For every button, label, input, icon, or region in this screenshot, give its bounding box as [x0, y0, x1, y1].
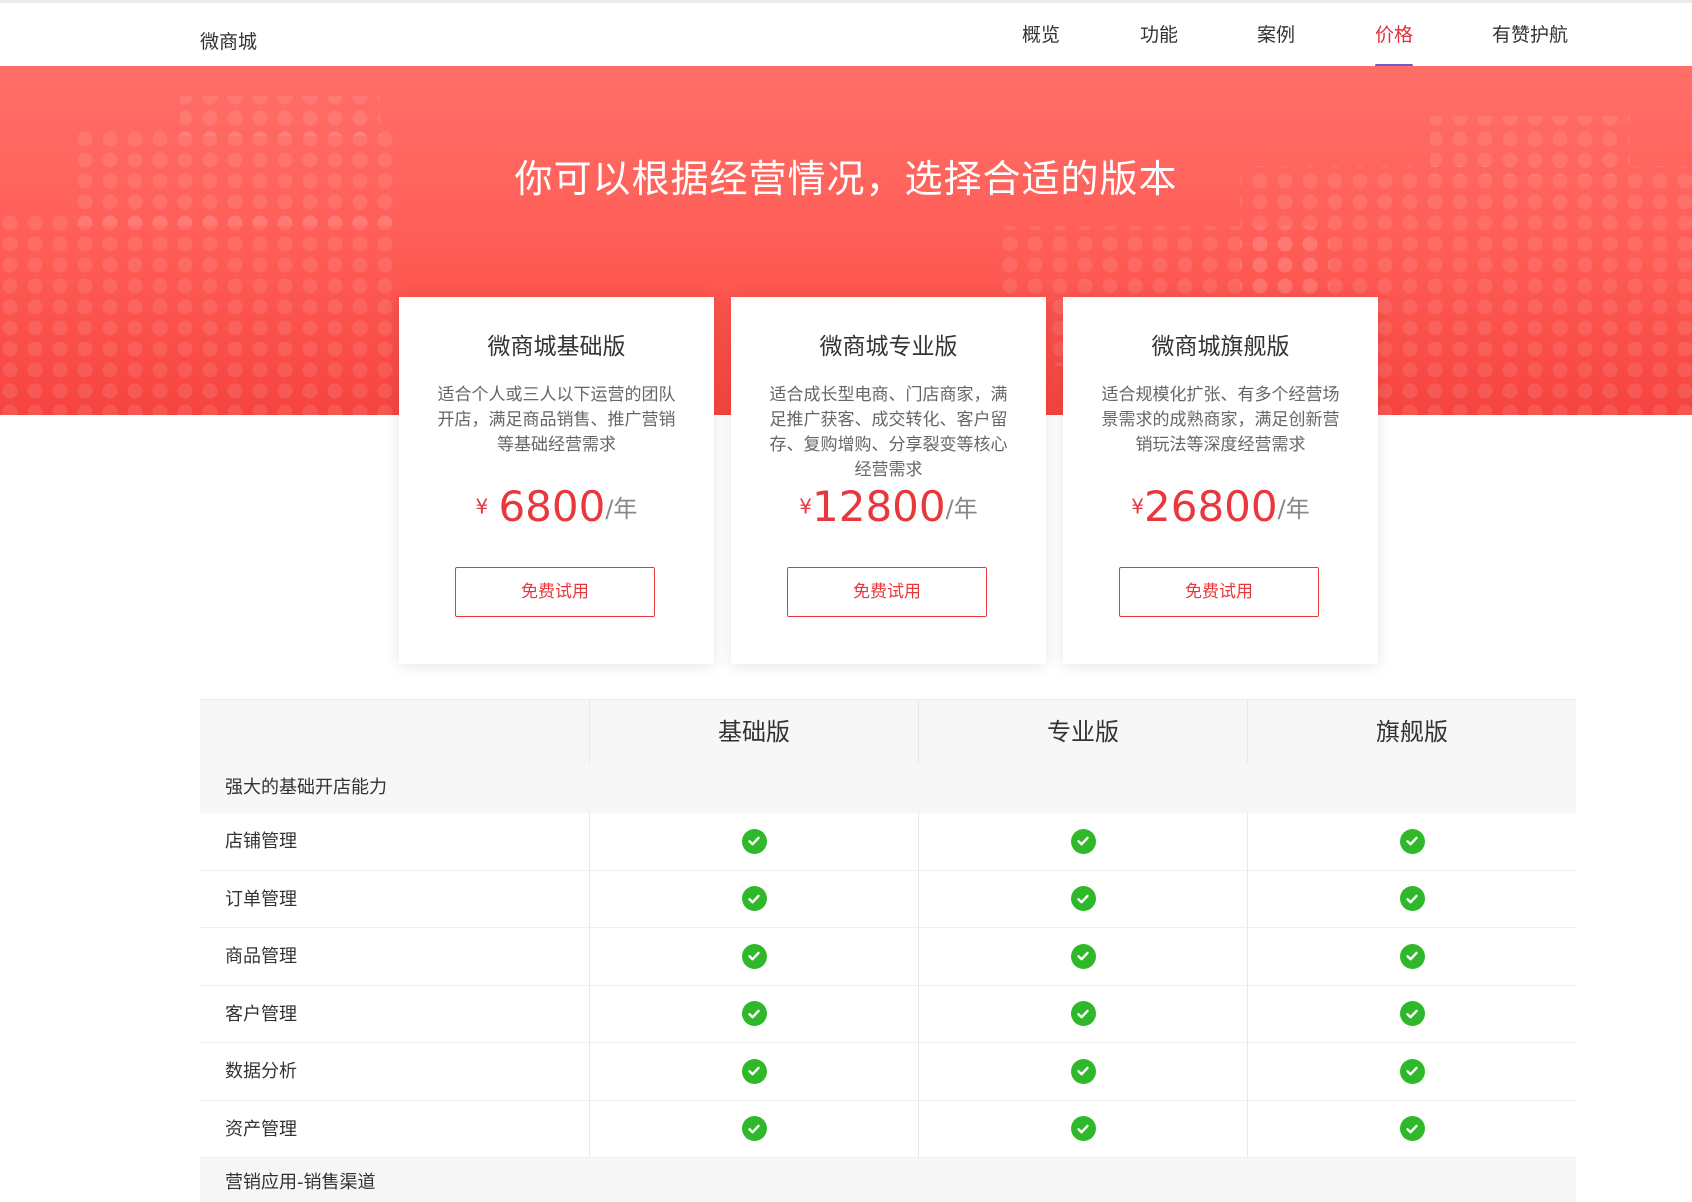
check-circle-icon: [1399, 1058, 1425, 1084]
check-circle-icon: [1070, 943, 1096, 969]
plan-description: 适合个人或三人以下运营的团队开店，满足商品销售、推广营销等基础经营需求: [437, 385, 676, 455]
table-row: 资产管理: [200, 1100, 1576, 1158]
price-period: /年: [1277, 495, 1310, 523]
feature-comparison-table: 基础版 专业版 旗舰版 强大的基础开店能力 店铺管理 订单管理 商品管理 客户管…: [200, 699, 1576, 1202]
currency-symbol: ¥: [475, 494, 489, 519]
feature-label: 客户管理: [225, 1003, 297, 1025]
table-header-flagship: 旗舰版: [1247, 700, 1576, 763]
table-section-title: 营销应用-销售渠道: [200, 1158, 1576, 1202]
check-circle-icon: [1070, 828, 1096, 854]
plan-description: 适合成长型电商、门店商家，满足推广获客、成交转化、客户留存、复购增购、分享裂变等…: [769, 385, 1008, 480]
check-circle-icon: [741, 1001, 767, 1027]
feature-label: 资产管理: [225, 1118, 297, 1140]
price-period: /年: [945, 495, 978, 523]
main-nav: 概览 功能 案例 价格 有赞护航: [0, 23, 1692, 69]
table-row: 数据分析: [200, 1043, 1576, 1101]
plan-price: ¥12800/年: [731, 482, 1046, 531]
plan-name: 微商城旗舰版: [1151, 334, 1290, 360]
check-circle-icon: [1399, 828, 1425, 854]
price-amount: 6800: [498, 482, 606, 531]
check-circle-icon: [741, 943, 767, 969]
check-circle-icon: [1070, 1058, 1096, 1084]
table-header-empty: [200, 700, 589, 763]
currency-symbol: ¥: [1131, 494, 1145, 519]
check-circle-icon: [1399, 943, 1425, 969]
table-row: 商品管理: [200, 928, 1576, 986]
plan-description: 适合规模化扩张、有多个经营场景需求的成熟商家，满足创新营销玩法等深度经营需求: [1101, 385, 1340, 455]
price-period: /年: [605, 495, 638, 523]
nav-pricing[interactable]: 价格: [1375, 23, 1414, 67]
feature-label: 店铺管理: [225, 831, 297, 852]
table-row: 店铺管理: [200, 813, 1576, 871]
nav-features[interactable]: 功能: [1140, 23, 1178, 67]
nav-cases[interactable]: 案例: [1257, 23, 1295, 67]
check-circle-icon: [741, 886, 767, 912]
check-circle-icon: [1399, 1116, 1425, 1142]
table-row: 客户管理: [200, 985, 1576, 1043]
check-circle-icon: [1399, 1001, 1425, 1027]
plan-price: ¥ 6800/年: [399, 482, 714, 531]
hero-title: 你可以根据经营情况，选择合适的版本: [514, 157, 1178, 201]
table-header-basic: 基础版: [589, 700, 918, 763]
table-header-pro: 专业版: [918, 700, 1247, 763]
check-circle-icon: [741, 1058, 767, 1084]
price-amount: 12800: [812, 482, 946, 531]
currency-symbol: ¥: [799, 494, 813, 519]
nav-youzan-protection[interactable]: 有赞护航: [1492, 23, 1568, 67]
feature-label: 商品管理: [225, 946, 297, 967]
top-navbar: 微商城 概览 功能 案例 价格 有赞护航: [0, 0, 1692, 69]
feature-label: 订单管理: [225, 888, 297, 910]
plan-name: 微商城基础版: [487, 334, 626, 360]
free-trial-button-basic[interactable]: 免费试用: [455, 567, 655, 617]
price-amount: 26800: [1144, 482, 1278, 531]
plan-price: ¥26800/年: [1063, 482, 1378, 531]
free-trial-button-pro[interactable]: 免费试用: [787, 567, 987, 617]
table-header: 基础版 专业版 旗舰版: [200, 699, 1576, 763]
plan-card-flagship: 微商城旗舰版 适合规模化扩张、有多个经营场景需求的成熟商家，满足创新营销玩法等深…: [1063, 297, 1378, 664]
table-section-title: 强大的基础开店能力: [200, 763, 1576, 813]
check-circle-icon: [1070, 1001, 1096, 1027]
plan-card-pro: 微商城专业版 适合成长型电商、门店商家，满足推广获客、成交转化、客户留存、复购增…: [731, 297, 1046, 664]
check-circle-icon: [1399, 886, 1425, 912]
plan-card-basic: 微商城基础版 适合个人或三人以下运营的团队开店，满足商品销售、推广营销等基础经营…: [399, 297, 714, 664]
feature-label: 数据分析: [225, 1061, 297, 1082]
check-circle-icon: [1070, 886, 1096, 912]
table-row: 订单管理: [200, 870, 1576, 928]
plan-name: 微商城专业版: [819, 334, 958, 360]
check-circle-icon: [741, 828, 767, 854]
free-trial-button-flagship[interactable]: 免费试用: [1119, 567, 1319, 617]
check-circle-icon: [741, 1116, 767, 1142]
nav-overview[interactable]: 概览: [1022, 23, 1060, 67]
check-circle-icon: [1070, 1116, 1096, 1142]
